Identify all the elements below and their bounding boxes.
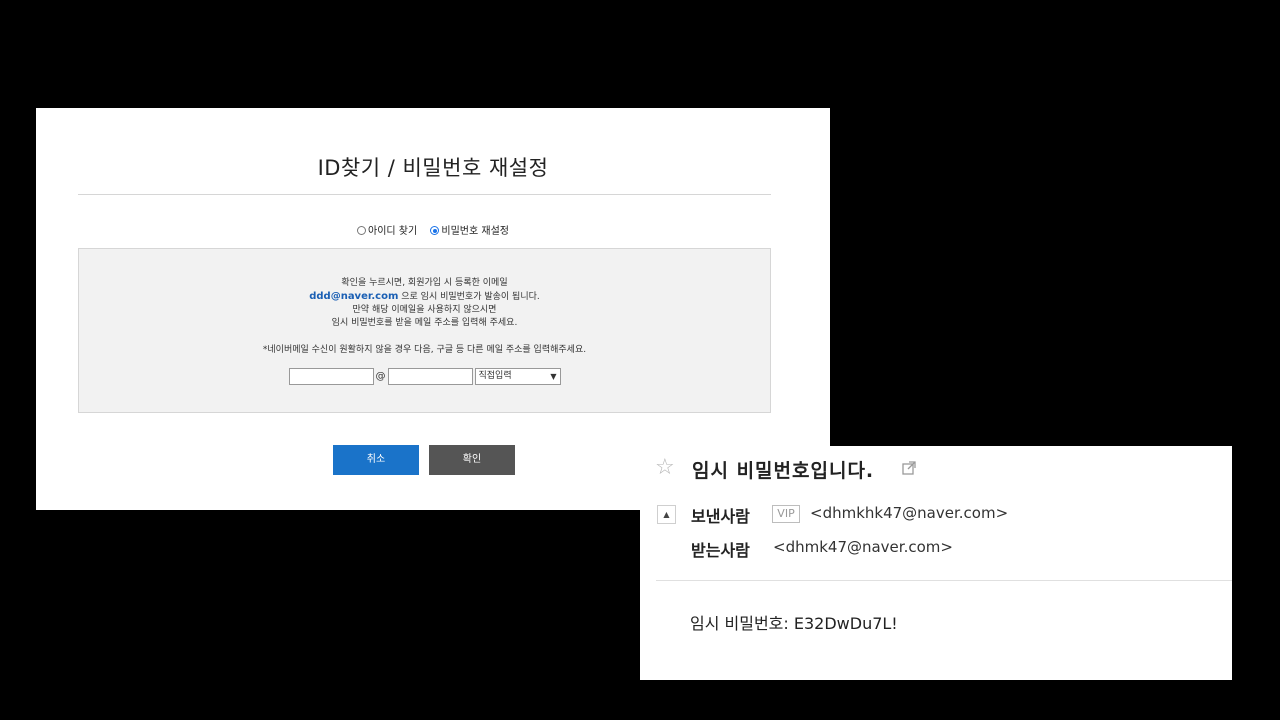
domain-select[interactable]: 직접입력 ▼ bbox=[474, 368, 561, 385]
radio-reset-password-label: 비밀번호 재설정 bbox=[441, 226, 509, 237]
info-line-4: 임시 비밀번호를 받을 메일 주소를 입력해 주세요. bbox=[331, 318, 518, 328]
radio-find-id-circle[interactable] bbox=[357, 226, 367, 235]
info-line-3: 만약 해당 이메일을 사용하지 않으시면 bbox=[352, 305, 497, 315]
to-label: 받는사람 bbox=[691, 541, 750, 560]
domain-select-value: 직접입력 bbox=[478, 371, 512, 381]
radio-reset-password-circle[interactable] bbox=[430, 226, 440, 235]
mail-subject: 임시 비밀번호입니다. bbox=[692, 460, 875, 482]
email-entry-row: @ 직접입력 ▼ bbox=[79, 368, 770, 385]
email-local-input[interactable] bbox=[288, 368, 374, 385]
star-icon[interactable]: ☆ bbox=[655, 454, 675, 482]
confirm-button[interactable]: 확인 bbox=[429, 445, 515, 475]
info-line-1: 확인을 누르시면, 회원가입 시 등록한 이메일 bbox=[341, 278, 508, 288]
info-message: 확인을 누르시면, 회원가입 시 등록한 이메일 ddd@naver.com 으… bbox=[79, 277, 770, 330]
info-box: 확인을 누르시면, 회원가입 시 등록한 이메일 ddd@naver.com 으… bbox=[78, 248, 771, 413]
mode-radio-group: 아이디 찾기 비밀번호 재설정 bbox=[36, 222, 830, 237]
email-domain-input[interactable] bbox=[387, 368, 473, 385]
from-address[interactable]: <dhmkhk47@naver.com> bbox=[810, 504, 1008, 522]
mail-body: 임시 비밀번호: E32DwDu7L! bbox=[690, 614, 898, 633]
to-address[interactable]: <dhmk47@naver.com> bbox=[773, 538, 953, 556]
external-link-icon[interactable] bbox=[901, 460, 917, 476]
registered-email: ddd@naver.com bbox=[309, 291, 399, 302]
mail-header-divider bbox=[656, 580, 1232, 581]
page-title: ID찾기 / 비밀번호 재설정 bbox=[317, 156, 549, 180]
info-note: *네이버메일 수신이 원활하지 않을 경우 다음, 구글 등 다른 메일 주소를… bbox=[262, 345, 587, 355]
email-view-panel: ☆ 임시 비밀번호입니다. ▲ 보낸사람 VIP <dhmkhk47@naver… bbox=[640, 446, 1232, 680]
radio-find-id-label: 아이디 찾기 bbox=[368, 226, 418, 237]
chevron-down-icon: ▼ bbox=[550, 372, 557, 381]
from-label: 보낸사람 bbox=[691, 507, 750, 526]
at-sign: @ bbox=[375, 371, 386, 382]
title-divider bbox=[78, 194, 771, 195]
vip-badge: VIP bbox=[772, 505, 800, 523]
radio-reset-password[interactable]: 비밀번호 재설정 bbox=[430, 222, 509, 237]
info-line-2: ddd@naver.com 으로 임시 비밀번호가 발송이 됩니다. bbox=[79, 290, 770, 304]
info-line-2-suffix: 으로 임시 비밀번호가 발송이 됩니다. bbox=[398, 292, 540, 302]
collapse-up-icon[interactable]: ▲ bbox=[657, 505, 676, 524]
radio-find-id[interactable]: 아이디 찾기 bbox=[357, 222, 417, 237]
cancel-button[interactable]: 취소 bbox=[333, 445, 419, 475]
